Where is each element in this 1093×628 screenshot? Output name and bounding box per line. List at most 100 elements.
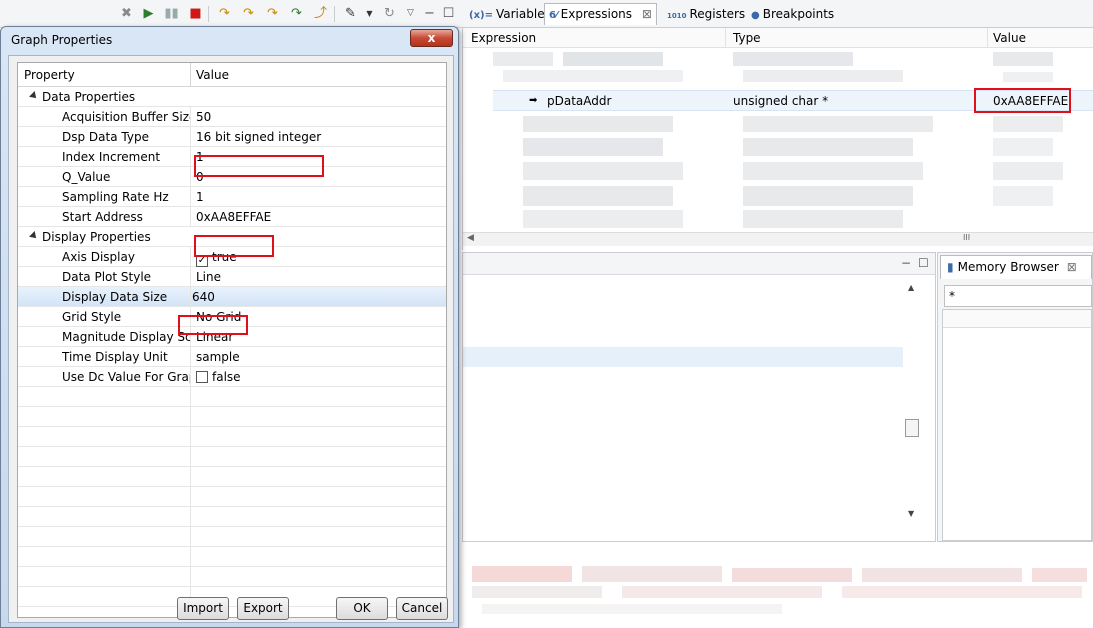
tab-expressions[interactable]: 6⁄ Expressions ⊠ [544, 3, 657, 25]
column-header-property[interactable]: Property [24, 68, 75, 82]
expressions-icon: 6⁄ [549, 10, 558, 21]
property-value-editor[interactable]: 640 [192, 290, 215, 304]
property-value[interactable]: 16 bit signed integer [196, 130, 321, 144]
chevron-down-icon[interactable]: ▼ [361, 5, 378, 22]
empty-row [18, 527, 446, 547]
category-label: Display Properties [42, 230, 151, 244]
tab-label: Memory Browser [957, 260, 1059, 274]
property-row-dsp-data-type[interactable]: Dsp Data Type 16 bit signed integer [18, 127, 446, 147]
highlight-box-display-data-size [178, 315, 248, 335]
empty-row [18, 407, 446, 427]
property-name: Start Address [62, 210, 143, 224]
property-row-data-plot-style[interactable]: Data Plot Style Line [18, 267, 446, 287]
assembly-step-icon[interactable]: ↷ [288, 5, 305, 22]
scroll-thumb[interactable] [905, 419, 919, 437]
lower-editor-pane: − ☐ ▲ ▼ [462, 252, 936, 542]
property-row-display-data-size[interactable]: Display Data Size 640 [18, 287, 446, 307]
terminate-icon[interactable]: ■ [187, 5, 204, 22]
selected-line[interactable] [463, 347, 903, 367]
property-name: Time Display Unit [62, 350, 168, 364]
close-icon[interactable]: ⊠ [642, 7, 652, 21]
import-button[interactable]: Import [177, 597, 229, 620]
minimize-icon[interactable]: − [901, 256, 911, 270]
dialog-body: Property Value Data Properties Acquisiti… [8, 55, 454, 623]
property-value[interactable]: 50 [196, 110, 211, 124]
view-menu-icon[interactable]: ▽ [402, 5, 419, 22]
graph-properties-dialog: Graph Properties x Property Value Data P… [0, 26, 459, 628]
column-header-type[interactable]: Type [733, 31, 761, 45]
ok-button[interactable]: OK [336, 597, 388, 620]
property-row-time-display-unit[interactable]: Time Display Unit sample [18, 347, 446, 367]
property-grid-header: Property Value [18, 63, 446, 87]
column-header-expression[interactable]: Expression [471, 31, 536, 45]
breakpoints-icon: ● [751, 10, 760, 21]
remove-all-icon[interactable]: ✖ [118, 5, 135, 22]
tab-breakpoints[interactable]: ● Breakpoints [746, 3, 839, 25]
property-value[interactable]: false [196, 370, 241, 384]
memory-browser-view: ▮ Memory Browser ⊠ * [937, 252, 1093, 542]
property-value[interactable]: 0xAA8EFFAE [196, 210, 271, 224]
suspend-icon[interactable]: ▮▮ [163, 5, 180, 22]
property-value[interactable]: Line [196, 270, 221, 284]
pixelated-console-area [462, 544, 1093, 628]
tab-memory-browser[interactable]: ▮ Memory Browser ⊠ [940, 255, 1092, 279]
variables-icon: (x)= [469, 10, 493, 21]
property-row-start-address[interactable]: Start Address 0xAA8EFFAE [18, 207, 446, 227]
resume-icon[interactable]: ▶ [140, 5, 157, 22]
step-into-icon[interactable]: ↷ [216, 5, 233, 22]
toolbar-separator [208, 6, 209, 22]
category-label: Data Properties [42, 90, 136, 104]
close-icon[interactable]: ⊠ [1067, 260, 1077, 274]
maximize-icon[interactable]: ☐ [918, 256, 929, 270]
reset-icon[interactable]: ⤴ [312, 5, 329, 22]
lower-pane-header: − ☐ [463, 253, 935, 275]
cancel-button[interactable]: Cancel [396, 597, 448, 620]
property-name: Use Dc Value For Graph [62, 370, 190, 384]
memory-content-area[interactable] [942, 309, 1092, 541]
property-value[interactable]: 1 [196, 190, 204, 204]
scroll-down-icon[interactable]: ▼ [908, 509, 914, 518]
toolbar-separator [334, 6, 335, 22]
highlight-box-dsp-data-type [194, 155, 324, 177]
registers-icon: 1010 [667, 12, 687, 20]
close-button[interactable]: x [410, 29, 453, 47]
step-over-icon[interactable]: ↷ [240, 5, 257, 22]
property-name: Magnitude Display Scale [62, 330, 190, 344]
checkbox-label: false [212, 370, 241, 384]
category-data-properties[interactable]: Data Properties [18, 87, 446, 107]
tab-registers[interactable]: 1010 Registers [662, 3, 750, 25]
property-value[interactable]: sample [196, 350, 240, 364]
scroll-thumb-grip[interactable]: III [963, 233, 970, 242]
property-name: Dsp Data Type [62, 130, 149, 144]
restart-icon[interactable]: ↻ [381, 5, 398, 22]
collapse-triangle-icon[interactable] [29, 231, 39, 241]
highlight-box-start-address [194, 235, 274, 257]
collapse-triangle-icon[interactable] [29, 91, 39, 101]
empty-row [18, 507, 446, 527]
vertical-scrollbar[interactable]: ▲ ▼ [905, 277, 921, 527]
property-name: Q_Value [62, 170, 111, 184]
checkbox-unchecked-icon[interactable] [196, 371, 208, 383]
export-button[interactable]: Export [237, 597, 289, 620]
minimize-icon[interactable]: − [421, 5, 438, 22]
step-return-icon[interactable]: ↷ [264, 5, 281, 22]
property-name: Axis Display [62, 250, 135, 264]
property-row-acquisition-buffer-size[interactable]: Acquisition Buffer Size 50 [18, 107, 446, 127]
property-row-use-dc-value-for-graph[interactable]: Use Dc Value For Graph false [18, 367, 446, 387]
maximize-icon[interactable]: ☐ [440, 5, 457, 22]
horizontal-scrollbar[interactable]: ◀ III [463, 232, 1093, 246]
memory-toolbar-strip [943, 310, 1091, 328]
column-header-value[interactable]: Value [196, 68, 229, 82]
memory-address-input[interactable]: * [944, 285, 1092, 307]
highlight-box-expression-value [974, 88, 1071, 113]
column-header-value[interactable]: Value [993, 31, 1026, 45]
scroll-up-icon[interactable]: ▲ [908, 283, 914, 292]
expression-name: pDataAddr [547, 94, 612, 108]
empty-row [18, 547, 446, 567]
tab-variables[interactable]: (x)= Variables [464, 3, 556, 25]
scroll-left-icon[interactable]: ◀ [467, 233, 474, 243]
target-config-icon[interactable]: ✎ [342, 5, 359, 22]
property-row-sampling-rate-hz[interactable]: Sampling Rate Hz 1 [18, 187, 446, 207]
tab-label: Variables [495, 7, 551, 21]
property-name: Sampling Rate Hz [62, 190, 169, 204]
